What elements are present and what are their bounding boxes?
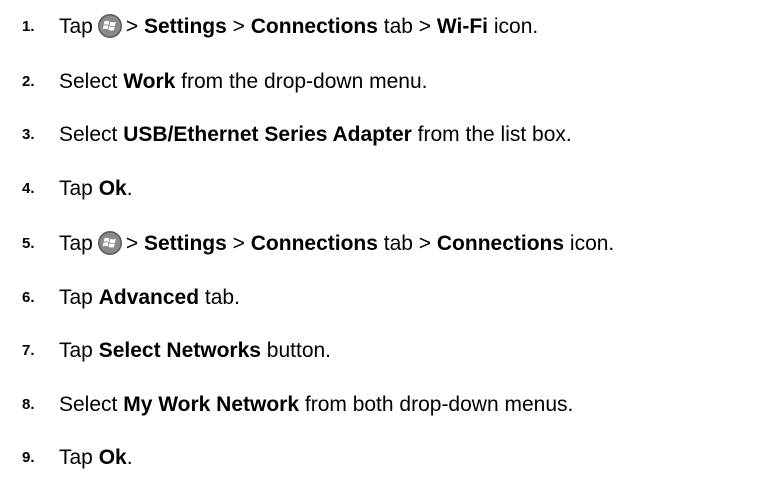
step-number: 6. [22, 289, 35, 306]
step-6: 6. Tap Advanced tab. [0, 283, 774, 313]
step-text: Tap Ok. [59, 177, 133, 200]
step-text: Tap Advanced tab. [59, 286, 240, 309]
step-9: 9. Tap Ok. [0, 443, 774, 473]
step-number: 8. [22, 396, 35, 413]
windows-start-icon [97, 13, 123, 39]
step-8: 8. Select My Work Network from both drop… [0, 390, 774, 420]
step-number: 7. [22, 342, 35, 359]
instruction-steps: 1. Tap > Settings > Connections tab > Wi-… [0, 0, 774, 483]
step-number: 5. [22, 235, 35, 252]
step-number: 2. [22, 73, 35, 90]
step-text: Select Work from the drop-down menu. [59, 70, 428, 93]
step-number: 4. [22, 180, 35, 197]
step-number: 9. [22, 449, 35, 466]
step-text: Select USB/Ethernet Series Adapter from … [59, 123, 572, 146]
step-text: Tap > Settings > Connections tab > Connec… [59, 230, 615, 256]
step-5: 5. Tap > Settings > Connections tab > Con… [0, 229, 774, 259]
step-number: 3. [22, 126, 35, 143]
step-text: Tap > Settings > Connections tab > Wi-Fi … [59, 13, 539, 39]
step-text: Tap Select Networks button. [59, 339, 332, 362]
step-3: 3. Select USB/Ethernet Series Adapter fr… [0, 120, 774, 150]
step-text: Select My Work Network from both drop-do… [59, 393, 574, 416]
step-1: 1. Tap > Settings > Connections tab > Wi-… [0, 12, 774, 42]
step-text: Tap Ok. [59, 446, 133, 469]
step-4: 4. Tap Ok. [0, 174, 774, 204]
step-number: 1. [22, 18, 35, 35]
step-7: 7. Tap Select Networks button. [0, 336, 774, 366]
step-2: 2. Select Work from the drop-down menu. [0, 67, 774, 97]
windows-start-icon [97, 230, 123, 256]
